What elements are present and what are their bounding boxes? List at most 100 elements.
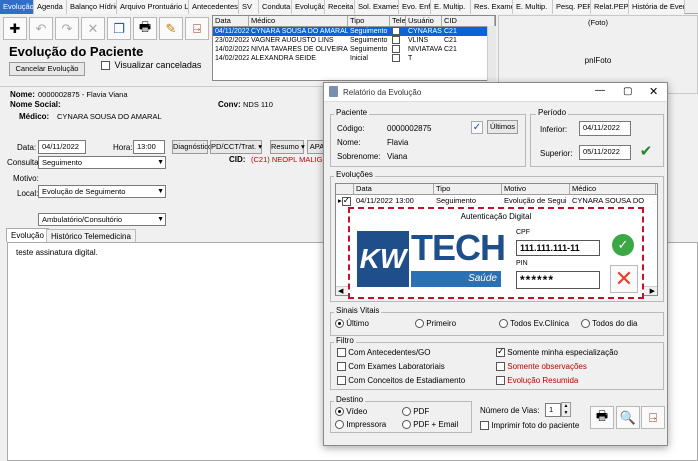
tab-16[interactable]: História de Eventos <box>629 0 685 14</box>
filtro-checkbox[interactable] <box>337 376 346 386</box>
ultimos-button[interactable]: Últimos <box>487 120 518 134</box>
vias-stepper[interactable]: 1 <box>545 403 561 417</box>
sinais-option-primeiro[interactable]: Primeiro <box>415 319 456 329</box>
cancel-evolution-button[interactable]: Cancelar Evolução <box>9 62 85 76</box>
inferior-date-field[interactable]: 04/11/2022 <box>579 121 631 136</box>
col-usuario[interactable]: Usuário <box>406 16 442 26</box>
destino-radio[interactable] <box>402 420 411 430</box>
destino-impressora[interactable]: Impressora <box>335 420 386 430</box>
exit-icon[interactable]: ⍈ <box>641 406 665 429</box>
sinais-radio[interactable] <box>415 319 424 329</box>
filtro-checkbox[interactable] <box>496 376 505 386</box>
confirm-period-icon[interactable]: ✔ <box>637 143 655 161</box>
col-tipo[interactable]: Tipo <box>348 16 390 26</box>
filtro-checkbox[interactable] <box>496 362 505 372</box>
filtro-checkbox[interactable] <box>496 346 505 358</box>
auth-confirm-icon[interactable]: ✓ <box>612 234 634 256</box>
sinais-radio[interactable] <box>335 319 344 329</box>
imprimir-foto[interactable]: Imprimir foto do paciente <box>480 421 579 431</box>
tab-historico-telemedicina[interactable]: Histórico Telemedicina <box>46 229 136 242</box>
pd-cct-trat-button[interactable]: PD/CCT/Trat. ▾ <box>210 140 262 154</box>
scroll-left-icon[interactable]: ◀ <box>338 287 343 295</box>
col-tele[interactable]: Tele <box>390 16 406 26</box>
tele-checkbox[interactable] <box>392 45 400 54</box>
col-medico[interactable]: Médico <box>249 16 348 26</box>
evolution-grid[interactable]: Data Médico Tipo Tele Usuário CID 04/11/… <box>212 15 496 81</box>
tab-10[interactable]: Evo. Enf. <box>399 0 431 14</box>
col-data[interactable]: Data <box>213 16 249 26</box>
tele-checkbox[interactable] <box>392 54 400 63</box>
show-canceled[interactable]: Visualizar canceladas <box>101 60 201 71</box>
destino-pdf-email[interactable]: PDF + Email <box>402 420 458 430</box>
undo-icon[interactable]: ↶ <box>29 17 53 40</box>
tab-6[interactable]: Conduta <box>259 0 292 14</box>
exit-icon[interactable]: ⍈ <box>185 17 209 40</box>
sinais-option-todos-ev[interactable]: Todos Ev.Clínica <box>499 319 569 329</box>
col-cid[interactable]: CID <box>442 16 495 26</box>
tab-1[interactable]: Agenda <box>34 0 67 14</box>
cpf-field[interactable]: 111.111.111-11 <box>516 240 600 256</box>
date-field[interactable]: 04/11/2022 <box>38 140 86 154</box>
tab-13[interactable]: E. Multip. <box>513 0 553 14</box>
minimize-icon[interactable]: — <box>595 85 605 96</box>
tab-15[interactable]: Relat.PEP <box>591 0 629 14</box>
tab-4[interactable]: Antecedentes <box>189 0 239 14</box>
tab-9[interactable]: Sol. Exames <box>355 0 399 14</box>
edit-icon[interactable]: ✎ <box>159 17 183 40</box>
tab-14[interactable]: Pesq. PEP <box>553 0 591 14</box>
grid-scrollbar[interactable] <box>487 26 496 81</box>
print-icon[interactable]: 🖶 <box>133 17 157 40</box>
tab-evolucao[interactable]: Evolução <box>6 228 49 242</box>
sinais-radio[interactable] <box>499 319 508 329</box>
delete-icon[interactable]: ✕ <box>81 17 105 40</box>
auth-cancel-icon[interactable]: ✕ <box>610 265 638 293</box>
stepper-arrows-icon[interactable]: ▲ ▼ <box>561 402 571 417</box>
tab-5[interactable]: SV <box>239 0 259 14</box>
add-icon[interactable]: ✚ <box>3 17 27 40</box>
filtro-checkbox[interactable] <box>337 348 346 358</box>
tele-checkbox[interactable] <box>392 27 400 36</box>
copy-icon[interactable]: ❐ <box>107 17 131 40</box>
tab-7[interactable]: Evolução <box>292 0 325 14</box>
sinais-option-todos-dia[interactable]: Todos do dia <box>581 319 637 329</box>
filtro-exames[interactable]: Com Exames Laboratoriais <box>337 362 445 372</box>
tele-checkbox[interactable] <box>392 36 400 45</box>
superior-date-field[interactable]: 05/11/2022 <box>579 145 631 160</box>
destino-video[interactable]: Vídeo <box>335 407 367 417</box>
col-evo-medico[interactable]: Médico <box>570 184 656 194</box>
tab-11[interactable]: E. Multip. <box>431 0 471 14</box>
check-icon[interactable]: ✓ <box>471 121 483 134</box>
destino-radio[interactable] <box>335 407 344 417</box>
maximize-icon[interactable]: ▢ <box>623 86 632 97</box>
tab-8[interactable]: Receita <box>325 0 355 14</box>
imprimir-foto-checkbox[interactable] <box>480 421 489 431</box>
evolucoes-row[interactable]: ▸ 04/11/2022 13:00 Seguimento Evolução d… <box>336 195 657 206</box>
filtro-checkbox[interactable] <box>337 362 346 372</box>
sinais-option-ultimo[interactable]: Último <box>335 319 369 329</box>
diagnostico-button[interactable]: Diagnóstico <box>172 140 212 154</box>
filtro-estadiamento[interactable]: Com Conceitos de Estadiamento <box>337 376 465 386</box>
destino-radio[interactable] <box>402 407 411 417</box>
col-evo-motivo[interactable]: Motivo <box>502 184 570 194</box>
motivo-select[interactable]: Evolução de Seguimento ▼ <box>38 185 166 198</box>
row-checkbox[interactable] <box>341 195 351 206</box>
pin-field[interactable]: ****** <box>516 271 600 289</box>
preview-icon[interactable]: 🔍 <box>616 406 640 429</box>
table-row[interactable]: 14/02/2022 ALEXANDRA SEIDE Inicial T <box>213 54 495 63</box>
show-canceled-checkbox[interactable] <box>101 61 110 71</box>
close-icon[interactable]: ✕ <box>649 85 658 98</box>
destino-pdf[interactable]: PDF <box>402 407 429 417</box>
col-evo-data[interactable]: Data <box>354 184 434 194</box>
sinais-radio[interactable] <box>581 319 590 329</box>
filtro-antecedentes[interactable]: Com Antecedentes/GO <box>337 348 431 358</box>
tab-2[interactable]: Balanço Hídrico <box>67 0 117 14</box>
table-row[interactable]: 14/02/2022NIVIA TAVARES DE OLIVEIRA SOSe… <box>213 45 495 54</box>
tab-0[interactable]: Evolução <box>0 0 34 14</box>
print-icon[interactable]: 🖶 <box>590 406 614 429</box>
filtro-observacoes[interactable]: Somente observações <box>496 362 587 372</box>
filtro-resumida[interactable]: Evolução Resumida <box>496 376 578 386</box>
col-evo-tipo[interactable]: Tipo <box>434 184 502 194</box>
destino-radio[interactable] <box>335 420 344 430</box>
filtro-especializacao[interactable]: Somente minha especialização <box>496 346 618 358</box>
table-row[interactable]: 04/11/2022 CYNARA SOUSA DO AMARAL Seguimen… <box>213 27 495 36</box>
